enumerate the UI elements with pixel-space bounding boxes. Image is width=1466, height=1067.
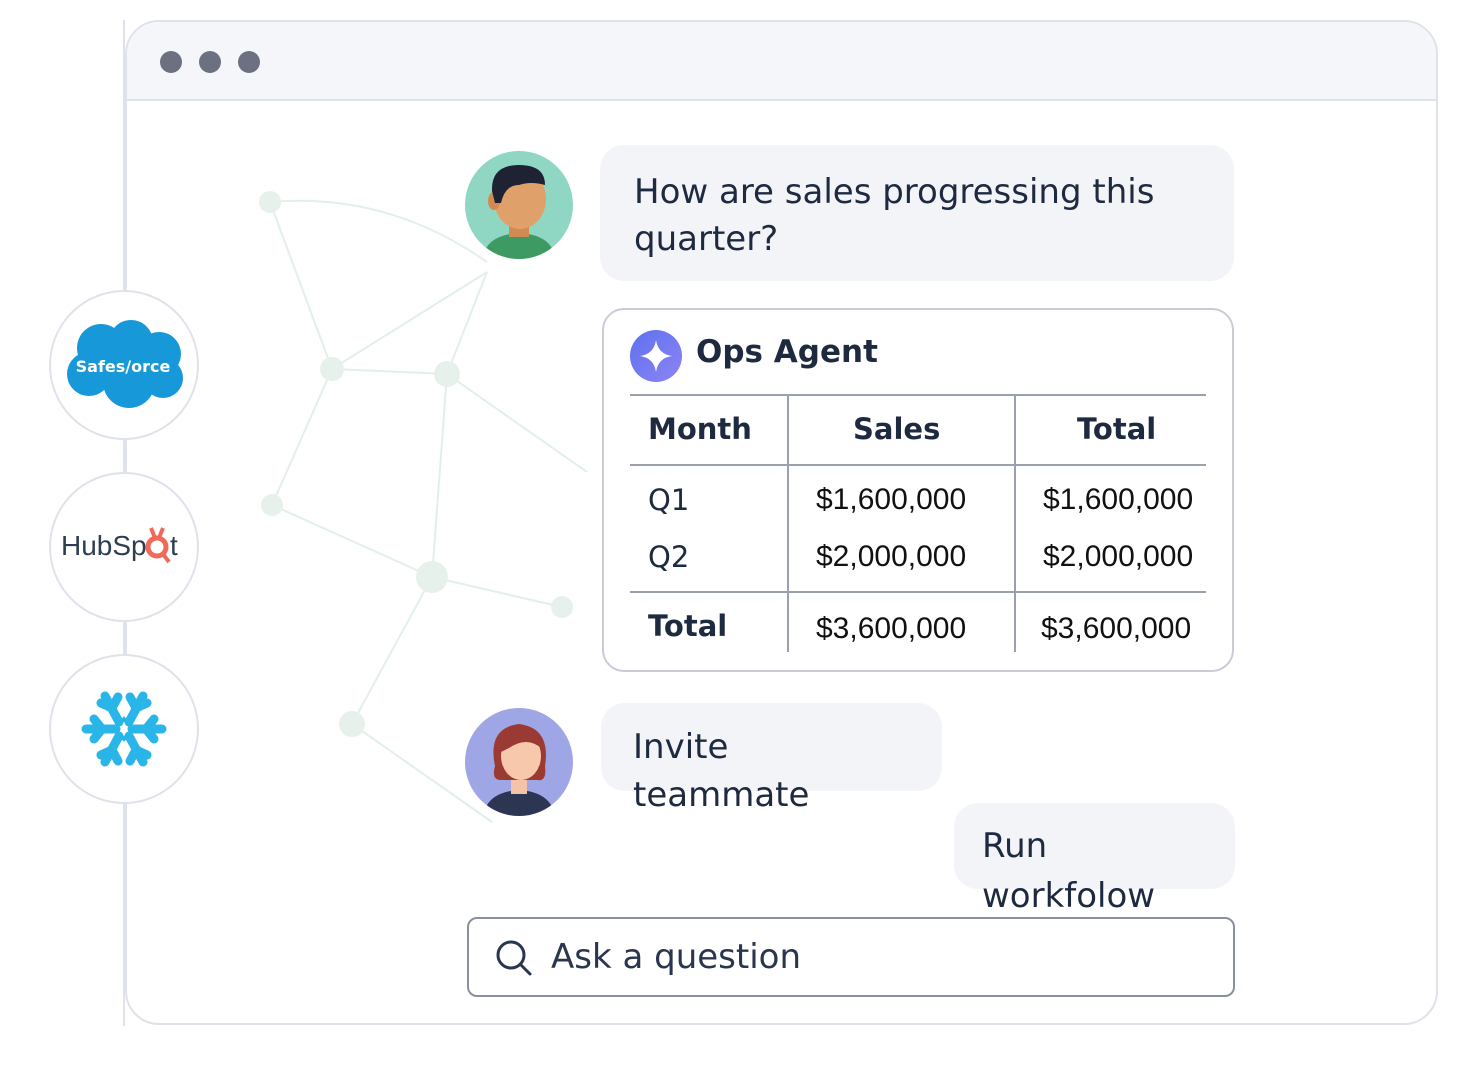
table-divider xyxy=(630,591,1206,593)
table-divider xyxy=(787,394,789,652)
table-divider xyxy=(630,464,1206,466)
sales-table: Month Sales Total Q1 $1,600,000 $1,600,0… xyxy=(630,394,1206,654)
table-footer-label: Total xyxy=(648,609,728,643)
hubspot-logo: HubSp t xyxy=(61,527,178,564)
table-footer-sales: $3,600,000 xyxy=(816,612,967,645)
invite-teammate-button[interactable]: Invite teammate xyxy=(601,703,942,815)
sparkle-icon xyxy=(640,340,672,372)
table-header-month: Month xyxy=(648,412,752,446)
table-cell-sales: $1,600,000 xyxy=(816,483,967,516)
table-footer-total: $3,600,000 xyxy=(1041,612,1192,645)
table-divider xyxy=(630,394,1206,396)
salesforce-logo-text: Safes/orce xyxy=(76,357,171,376)
table-cell-sales: $2,000,000 xyxy=(816,540,967,573)
table-header-total: Total xyxy=(1077,412,1157,446)
agent-avatar xyxy=(630,330,682,382)
user-avatar-woman[interactable] xyxy=(465,708,573,816)
snowflake-integration[interactable] xyxy=(49,654,199,804)
user-question-bubble: How are sales progressing this quarter? xyxy=(600,145,1234,281)
woman-avatar-icon xyxy=(465,708,573,816)
table-cell-month: Q2 xyxy=(648,540,690,574)
svg-text:HubSp: HubSp xyxy=(61,530,147,561)
hubspot-logo-text-end: t xyxy=(170,530,178,561)
hubspot-logo-text: HubSp xyxy=(61,530,147,561)
ask-question-input[interactable] xyxy=(551,933,1191,981)
hubspot-integration[interactable]: HubSp t xyxy=(49,472,199,622)
table-cell-total: $2,000,000 xyxy=(1043,540,1194,573)
agent-response-card: Ops Agent Month Sales Total Q1 $1,600,00… xyxy=(602,308,1234,672)
run-workflow-button[interactable]: Run workfolow xyxy=(954,803,1235,916)
man-avatar-icon xyxy=(465,151,573,259)
svg-text:t: t xyxy=(170,530,178,561)
table-divider xyxy=(1014,394,1016,652)
table-cell-total: $1,600,000 xyxy=(1043,483,1194,516)
user-avatar-man[interactable] xyxy=(465,151,573,259)
ask-question-bar[interactable] xyxy=(467,917,1235,997)
snowflake-icon xyxy=(81,691,167,767)
search-icon xyxy=(496,940,532,976)
hubspot-sprocket-icon xyxy=(145,527,171,564)
table-cell-month: Q1 xyxy=(648,483,690,517)
table-header-sales: Sales xyxy=(853,412,941,446)
salesforce-cloud-icon: Safes/orce xyxy=(67,319,183,408)
agent-name: Ops Agent xyxy=(696,334,878,370)
salesforce-integration[interactable]: Safes/orce xyxy=(49,290,199,440)
